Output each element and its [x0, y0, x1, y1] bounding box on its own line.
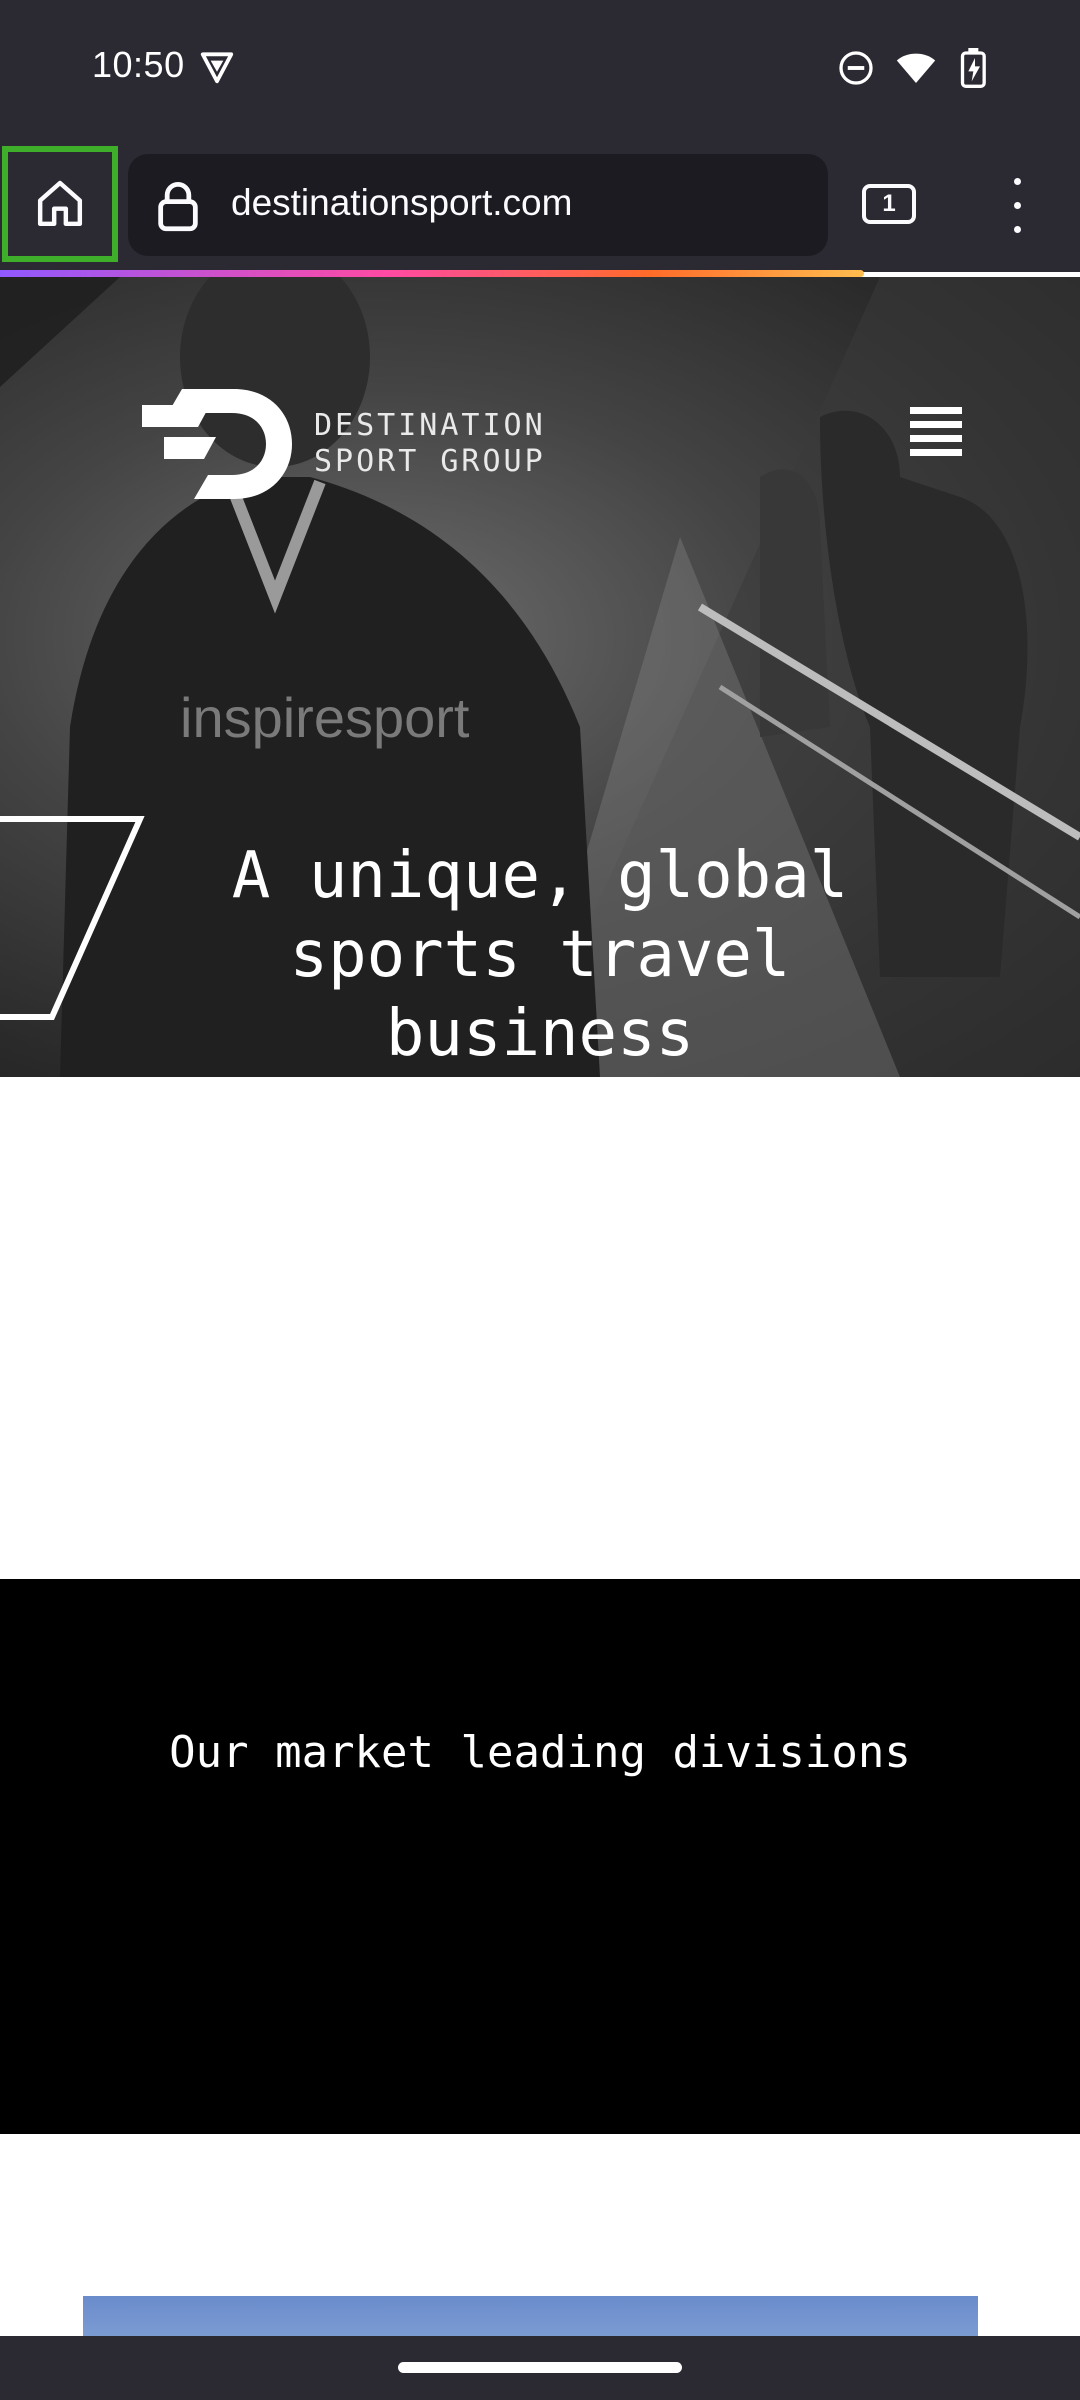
- svg-text:inspiresport: inspiresport: [180, 686, 470, 749]
- divisions-heading: Our market leading divisions: [169, 1727, 911, 1778]
- more-vert-icon[interactable]: [1002, 178, 1032, 234]
- system-navigation-bar: [0, 2336, 1080, 2400]
- home-icon: [37, 180, 83, 227]
- destination-sport-logo[interactable]: DESTINATION SPORT GROUP: [142, 389, 546, 499]
- gesture-handle[interactable]: [398, 2362, 682, 2373]
- do-not-disturb-icon: [839, 51, 873, 85]
- status-icons: [838, 48, 992, 88]
- hero-title: A unique, global sports travel business: [231, 839, 849, 1071]
- url-text[interactable]: destinationsport.com: [231, 182, 572, 224]
- tabs-button[interactable]: 1: [862, 184, 916, 224]
- status-time: 10:50: [92, 44, 185, 85]
- url-bar[interactable]: destinationsport.com: [128, 154, 828, 256]
- content-spacer: [0, 1077, 1080, 1579]
- logo-wordmark: DESTINATION SPORT GROUP: [314, 408, 546, 480]
- hamburger-menu-icon[interactable]: [910, 407, 962, 457]
- hero-section: inspiresport DESTINATION SPORT GROUP A u…: [0, 277, 1080, 1077]
- lock-icon[interactable]: [156, 180, 200, 232]
- home-button[interactable]: [2, 146, 118, 262]
- destination-d-logo-icon: [142, 389, 292, 499]
- page-load-progress: [0, 270, 864, 277]
- logo-line-1: DESTINATION: [314, 408, 546, 443]
- battery-charging-icon: [960, 48, 986, 88]
- status-bar: 10:50: [0, 0, 1080, 136]
- division-card-image[interactable]: [83, 2296, 978, 2336]
- browser-toolbar: destinationsport.com 1: [0, 136, 1080, 272]
- vpn-shield-icon: [200, 52, 234, 84]
- wifi-icon: [896, 53, 936, 83]
- logo-line-2: SPORT GROUP: [314, 444, 546, 479]
- divisions-section: Our market leading divisions: [0, 1579, 1080, 2134]
